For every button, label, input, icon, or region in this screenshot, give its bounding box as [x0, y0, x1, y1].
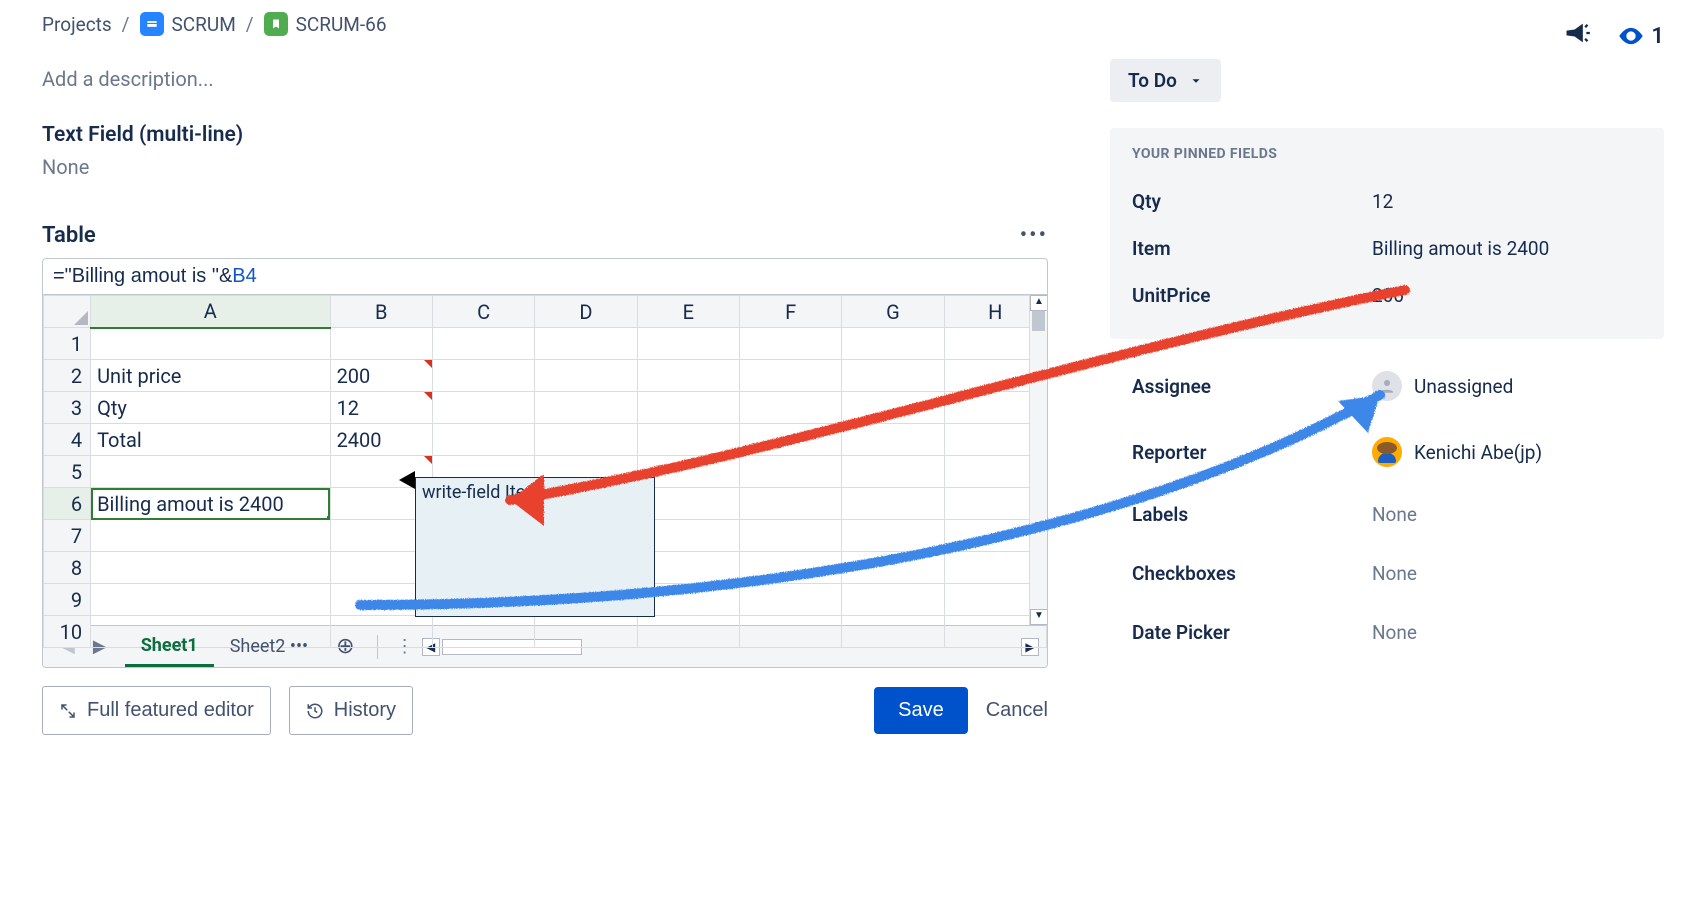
cell[interactable]: Unit price — [91, 360, 330, 392]
pinned-item[interactable]: Item Billing amout is 2400 — [1132, 225, 1642, 272]
eye-icon — [1617, 22, 1645, 50]
cell[interactable] — [330, 616, 432, 648]
spreadsheet: ="Billing amout is "&B4 A B C D E — [42, 258, 1048, 668]
select-all-corner[interactable] — [44, 296, 91, 328]
description-placeholder[interactable]: Add a description... — [42, 67, 1048, 91]
cell[interactable]: 200 — [330, 360, 432, 392]
cell[interactable] — [91, 456, 330, 488]
datepicker-field[interactable]: Date Picker None — [1110, 603, 1664, 662]
row-header[interactable]: 5 — [44, 456, 91, 488]
col-header-f[interactable]: F — [739, 296, 841, 328]
col-header-c[interactable]: C — [432, 296, 534, 328]
breadcrumb-projects[interactable]: Projects — [42, 13, 112, 36]
cell-comment[interactable]: write-field Item — [415, 477, 655, 617]
v-scrollbar[interactable]: ▲ ▼ — [1029, 295, 1047, 625]
labels-field[interactable]: Labels None — [1110, 485, 1664, 544]
chevron-down-icon — [1189, 74, 1203, 88]
cell[interactable]: Total — [91, 424, 330, 456]
multiline-value[interactable]: None — [42, 155, 1048, 179]
cancel-button[interactable]: Cancel — [986, 699, 1048, 722]
cell[interactable] — [330, 328, 432, 360]
project-icon — [140, 12, 164, 36]
status-dropdown[interactable]: To Do — [1110, 59, 1221, 102]
history-icon — [306, 702, 324, 720]
cell-selected[interactable]: Billing amout is 2400 — [91, 488, 330, 520]
row-header[interactable]: 2 — [44, 360, 91, 392]
sheet-tab-1[interactable]: Sheet1 — [125, 626, 214, 667]
col-header-d[interactable]: D — [535, 296, 637, 328]
table-label: Table — [42, 223, 96, 248]
breadcrumb-sep: / — [122, 13, 130, 36]
table-more-icon[interactable]: ••• — [1020, 223, 1048, 248]
col-header-e[interactable]: E — [637, 296, 739, 328]
full-editor-button[interactable]: Full featured editor — [42, 686, 271, 735]
formula-reference: B4 — [232, 265, 256, 287]
reporter-field[interactable]: Reporter Kenichi Abe(jp) — [1110, 419, 1664, 485]
breadcrumb: Projects / SCRUM / SCRUM-66 — [0, 0, 1684, 49]
assignee-field[interactable]: Assignee Unassigned — [1110, 353, 1664, 419]
row-header[interactable]: 4 — [44, 424, 91, 456]
row-header[interactable]: 6 — [44, 488, 91, 520]
cell[interactable]: Qty — [91, 392, 330, 424]
pinned-unitprice[interactable]: UnitPrice 200 — [1132, 272, 1642, 319]
scroll-down-icon[interactable]: ▼ — [1030, 609, 1048, 625]
row-header[interactable]: 10 — [44, 616, 91, 648]
cell[interactable]: 2400 — [330, 424, 432, 456]
comment-pointer-icon — [399, 471, 415, 489]
breadcrumb-issue[interactable]: SCRUM-66 — [264, 12, 387, 36]
col-header-a[interactable]: A — [91, 296, 330, 328]
formula-bar[interactable]: ="Billing amout is "&B4 — [43, 259, 1047, 295]
story-icon — [264, 12, 288, 36]
row-header[interactable]: 7 — [44, 520, 91, 552]
pinned-fields-title: YOUR PINNED FIELDS — [1132, 146, 1642, 162]
breadcrumb-sep: / — [246, 13, 254, 36]
cell[interactable] — [91, 552, 330, 584]
cell[interactable]: 12 — [330, 392, 432, 424]
watchers[interactable]: 1 — [1617, 22, 1664, 50]
feedback-icon[interactable] — [1563, 19, 1591, 53]
history-button[interactable]: History — [289, 686, 413, 735]
breadcrumb-project-link[interactable]: SCRUM — [172, 13, 236, 36]
watchers-count: 1 — [1651, 24, 1664, 49]
col-header-b[interactable]: B — [330, 296, 432, 328]
pinned-qty[interactable]: Qty 12 — [1132, 178, 1642, 225]
avatar-unassigned-icon — [1372, 371, 1402, 401]
save-button[interactable]: Save — [874, 687, 968, 734]
cell[interactable] — [91, 328, 330, 360]
breadcrumb-issue-link[interactable]: SCRUM-66 — [296, 13, 387, 36]
sheet-tab-menu-icon[interactable]: ••• — [290, 636, 308, 657]
avatar — [1372, 437, 1402, 467]
row-header[interactable]: 8 — [44, 552, 91, 584]
formula-text: ="Billing amout is "& — [53, 265, 232, 287]
expand-icon — [59, 702, 77, 720]
cell[interactable] — [91, 584, 330, 616]
sheet-tab-2[interactable]: Sheet2 ••• — [214, 626, 324, 667]
row-header[interactable]: 3 — [44, 392, 91, 424]
checkboxes-field[interactable]: Checkboxes None — [1110, 544, 1664, 603]
scroll-up-icon[interactable]: ▲ — [1030, 295, 1048, 311]
pinned-fields-panel: YOUR PINNED FIELDS Qty 12 Item Billing a… — [1110, 128, 1664, 339]
row-header[interactable]: 1 — [44, 328, 91, 360]
cell[interactable] — [91, 520, 330, 552]
breadcrumb-project[interactable]: SCRUM — [140, 12, 236, 36]
col-header-g[interactable]: G — [842, 296, 944, 328]
multiline-label: Text Field (multi-line) — [42, 123, 1048, 147]
row-header[interactable]: 9 — [44, 584, 91, 616]
